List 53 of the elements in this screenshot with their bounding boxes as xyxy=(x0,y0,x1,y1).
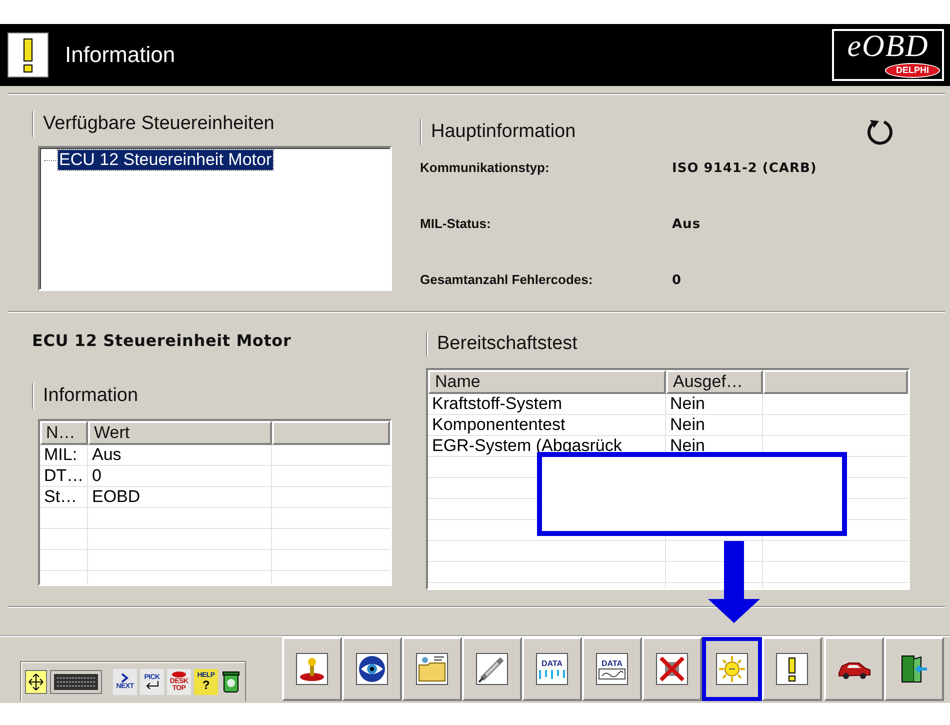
move-button[interactable] xyxy=(25,670,47,694)
chevron-icon xyxy=(119,673,131,683)
table-cell: EOBD xyxy=(88,487,272,507)
logo-badge: DELPHI xyxy=(884,63,940,78)
data-button[interactable]: DATA xyxy=(522,637,582,701)
oval-icon xyxy=(171,671,187,678)
table-cell: 0 xyxy=(88,466,272,486)
field-value: ISO 9141-2 (CARB) xyxy=(672,161,817,176)
table-cell: MIL: xyxy=(40,445,88,465)
spark-plug-icon xyxy=(476,653,508,685)
window-title: Information xyxy=(65,42,176,68)
column-header[interactable]: N… xyxy=(40,421,88,445)
column-header[interactable]: Ausgef… xyxy=(666,370,763,394)
exit-icon xyxy=(899,653,929,685)
refresh-icon[interactable] xyxy=(865,117,895,147)
data-button[interactable]: DATA xyxy=(582,637,642,701)
sun-icon xyxy=(716,653,748,685)
field-label: Kommunikationstyp: xyxy=(420,160,550,175)
crossed-out-icon xyxy=(656,653,688,685)
toolbar-button[interactable] xyxy=(702,637,762,701)
field-label: MIL-Status: xyxy=(420,216,491,231)
section-title: Information xyxy=(32,383,398,409)
section-title: Hauptinformation xyxy=(420,119,576,145)
return-icon xyxy=(144,681,160,689)
table-cell: Nein xyxy=(666,415,763,435)
list-item[interactable]: ECU 12 Steuereinheit Motor xyxy=(58,150,273,170)
table-cell: St… xyxy=(40,487,88,507)
exclamation-icon xyxy=(776,653,808,685)
table-cell: Nein xyxy=(666,394,763,414)
column-header[interactable]: Wert xyxy=(88,421,272,445)
eye-icon xyxy=(356,653,388,685)
folder-icon xyxy=(416,653,448,685)
table-cell: DT… xyxy=(40,466,88,486)
field-value: Aus xyxy=(672,217,701,232)
field-value: 0 xyxy=(672,273,682,288)
section-title: Bereitschaftstest xyxy=(426,331,911,357)
section-title: Verfügbare Steuereinheiten xyxy=(32,111,392,137)
trash-button[interactable] xyxy=(221,670,241,694)
document-icon xyxy=(598,668,626,680)
move-icon xyxy=(25,670,47,694)
keyboard-button[interactable] xyxy=(50,670,102,694)
warning-icon xyxy=(7,32,49,78)
chart-icon xyxy=(538,668,566,680)
table-cell: Komponententest xyxy=(428,415,666,435)
unit-name: ECU 12 Steuereinheit Motor xyxy=(32,331,292,350)
table-cell: Kraftstoff-System xyxy=(428,394,666,414)
field-label: Gesamtanzahl Fehlercodes: xyxy=(420,272,593,287)
trash-icon xyxy=(221,670,241,694)
table-cell: Aus xyxy=(88,445,272,465)
joystick-icon xyxy=(296,653,328,685)
column-header[interactable]: Name xyxy=(428,370,666,394)
keyboard-icon xyxy=(50,670,102,694)
logo-text: eOBD xyxy=(847,31,929,61)
